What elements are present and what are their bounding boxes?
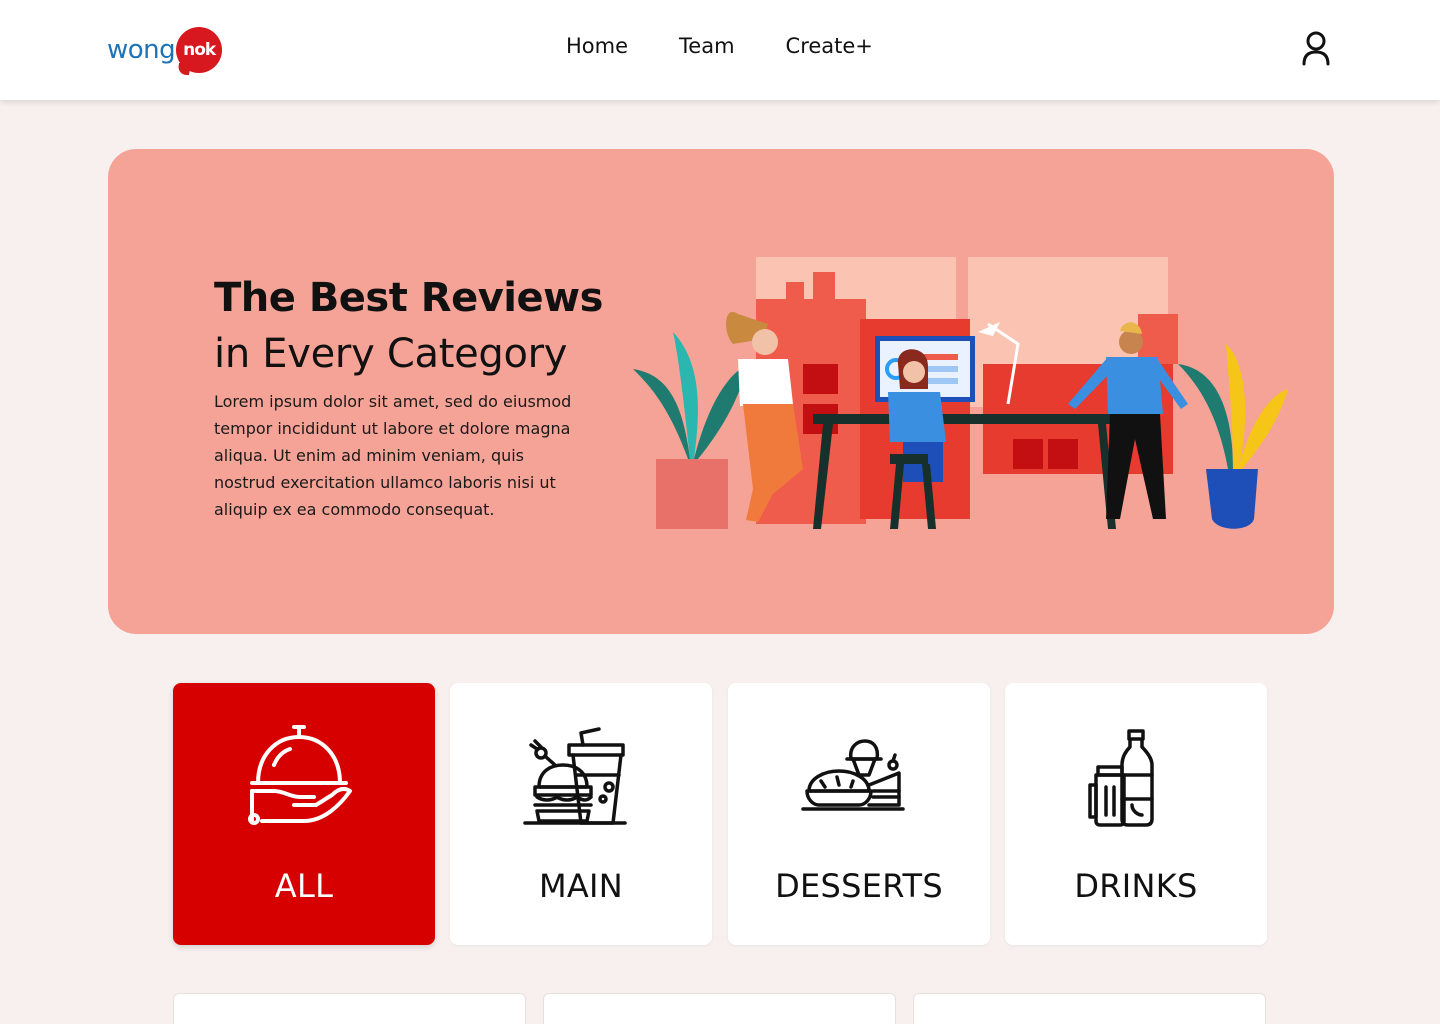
category-all-label: ALL [274,867,334,905]
nav-create-link[interactable]: Create+ [786,34,873,58]
category-main-label: MAIN [538,867,624,905]
logo-bubble-text: nok [183,40,216,60]
review-card[interactable] [913,993,1266,1024]
hero-description: Lorem ipsum dolor sit amet, sed do eiusm… [214,392,572,519]
bottles-icon [1088,729,1154,827]
category-desserts-card[interactable]: DESSERTS [728,683,990,945]
main-nav: Home Team Create+ [566,34,873,58]
cloche-serving-icon [248,725,352,825]
review-card[interactable] [173,993,526,1024]
category-drinks-card[interactable]: DRINKS [1005,683,1267,945]
category-filter: ALL MAIN DESSERTS DRINKS [173,683,1267,945]
office-team-illustration [633,257,1288,529]
logo-bubble: nok [176,27,223,73]
logo-wordmark: wong [107,35,176,65]
nav-home-link[interactable]: Home [566,34,628,58]
user-icon [1302,31,1330,66]
hero-title: The Best Reviews [214,275,603,321]
category-desserts-label: DESSERTS [775,867,943,905]
category-main-card[interactable]: MAIN [450,683,712,945]
hero-banner: The Best Reviews in Every Category Lorem… [108,149,1334,634]
desserts-icon [801,739,905,811]
review-card[interactable] [543,993,896,1024]
category-drinks-label: DRINKS [1074,867,1198,905]
top-nav-bar: wong nok Home Team Create+ [0,0,1440,100]
wongnok-logo[interactable]: wong nok [107,26,223,74]
nav-team-link[interactable]: Team [679,34,735,58]
hero-subtitle: in Every Category [214,331,568,377]
category-all-card[interactable]: ALL [173,683,435,945]
burger-drink-icon [523,727,627,825]
user-account-button[interactable] [1300,30,1332,70]
